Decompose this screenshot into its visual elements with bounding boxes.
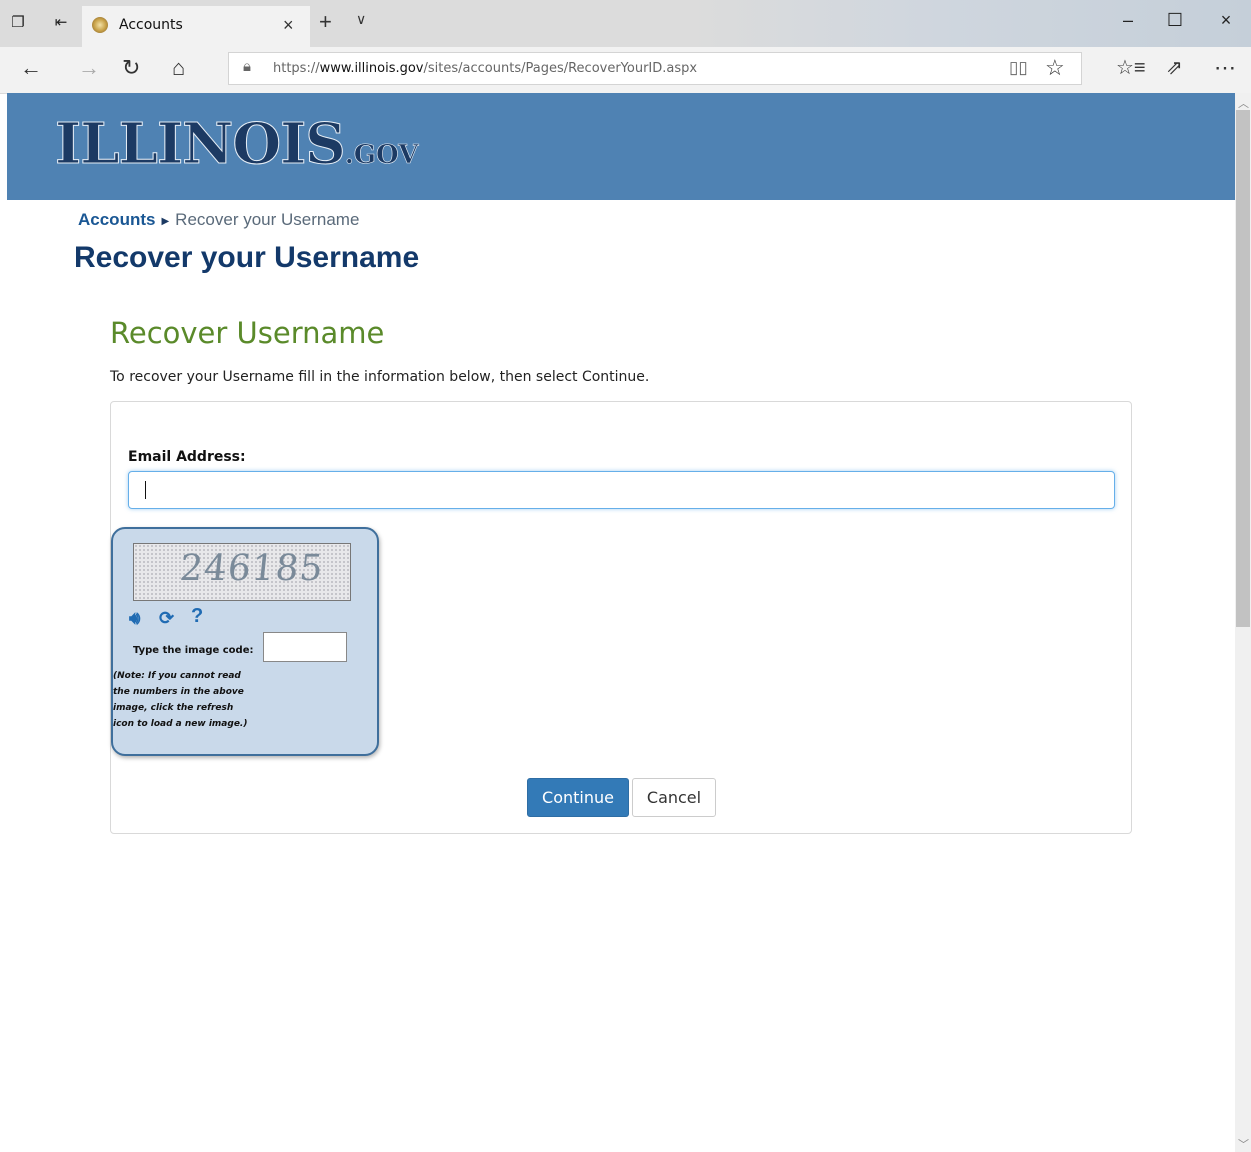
breadcrumb-separator-icon: ▶ — [161, 216, 170, 227]
web-page: ILLINOIS.GOV Accounts ▶ Recover your Usern… — [7, 93, 1235, 1152]
set-tabs-aside-icon[interactable]: ⇤ — [51, 13, 71, 33]
maximize-icon[interactable]: ☐ — [1160, 10, 1190, 31]
captcha-code-text: 246185 — [177, 548, 326, 589]
reading-view-icon[interactable]: ▯▯ — [1009, 58, 1028, 78]
refresh-icon[interactable]: ↻ — [122, 55, 140, 81]
scroll-down-icon[interactable]: ﹀ — [1238, 1136, 1249, 1152]
tabs-aside-icon[interactable]: ❐ — [8, 13, 28, 33]
close-window-icon[interactable]: × — [1211, 10, 1241, 31]
back-arrow-icon[interactable]: ← — [20, 55, 42, 81]
audio-speaker-icon[interactable]: 🔊︎ — [129, 608, 140, 629]
section-title: Recover Username — [110, 316, 385, 350]
recover-form-panel: Email Address: 246185 🔊︎ ⟳ ? Type the im… — [110, 401, 1132, 834]
captcha-label: Type the image code: — [133, 645, 254, 656]
breadcrumb: Accounts ▶ Recover your Username — [78, 210, 359, 230]
favorites-list-icon[interactable]: ☆≡ — [1116, 55, 1146, 81]
share-icon[interactable]: ⇗ — [1166, 55, 1183, 81]
continue-button[interactable]: Continue — [527, 778, 629, 817]
captcha-note: (Note: If you cannot read the numbers in… — [113, 671, 248, 729]
scrollbar-thumb[interactable] — [1236, 110, 1250, 627]
more-options-icon[interactable]: ⋯ — [1214, 55, 1236, 81]
breadcrumb-current: Recover your Username — [175, 210, 360, 229]
browser-nav-bar: ← → ↻ ⌂ 🔒︎ https://www.illinois.gov/site… — [0, 47, 1251, 94]
forward-arrow-icon[interactable]: → — [78, 55, 100, 81]
text-cursor — [145, 481, 146, 499]
browser-title-bar: ❐ ⇤ Accounts × + ∨ – ☐ × — [0, 0, 1251, 47]
site-banner: ILLINOIS.GOV — [7, 93, 1235, 200]
new-tab-icon[interactable]: + — [319, 9, 332, 35]
email-field[interactable] — [128, 471, 1115, 509]
cancel-button[interactable]: Cancel — [632, 778, 716, 817]
tab-title: Accounts — [119, 17, 183, 33]
scroll-up-icon[interactable]: ︿ — [1238, 95, 1249, 111]
captcha-image: 246185 — [133, 543, 351, 601]
captcha-input[interactable] — [263, 632, 347, 662]
favorite-star-icon[interactable]: ☆ — [1045, 55, 1065, 81]
breadcrumb-accounts-link[interactable]: Accounts — [78, 210, 155, 229]
page-title: Recover your Username — [74, 241, 420, 274]
captcha-refresh-icon[interactable]: ⟳ — [159, 608, 174, 629]
tab-list-chevron-icon[interactable]: ∨ — [356, 11, 366, 28]
browser-tab[interactable]: Accounts × — [82, 6, 310, 47]
section-description: To recover your Username fill in the inf… — [110, 369, 650, 385]
captcha-box: 246185 🔊︎ ⟳ ? Type the image code: (Note… — [111, 527, 379, 756]
home-icon[interactable]: ⌂ — [172, 55, 185, 81]
illinois-seal-favicon-icon — [92, 17, 108, 33]
minimize-icon[interactable]: – — [1113, 10, 1143, 31]
logo-suffix-text: .GOV — [344, 140, 419, 171]
captcha-help-icon[interactable]: ? — [191, 605, 203, 628]
email-label: Email Address: — [128, 449, 246, 465]
tab-close-icon[interactable]: × — [283, 15, 294, 36]
address-bar[interactable]: 🔒︎ https://www.illinois.gov/sites/accoun… — [228, 52, 1082, 85]
url-text: https://www.illinois.gov/sites/accounts/… — [273, 61, 698, 76]
illinois-gov-logo[interactable]: ILLINOIS.GOV — [55, 111, 419, 181]
logo-main-text: ILLINOIS — [55, 111, 347, 178]
lock-icon: 🔒︎ — [243, 58, 251, 75]
